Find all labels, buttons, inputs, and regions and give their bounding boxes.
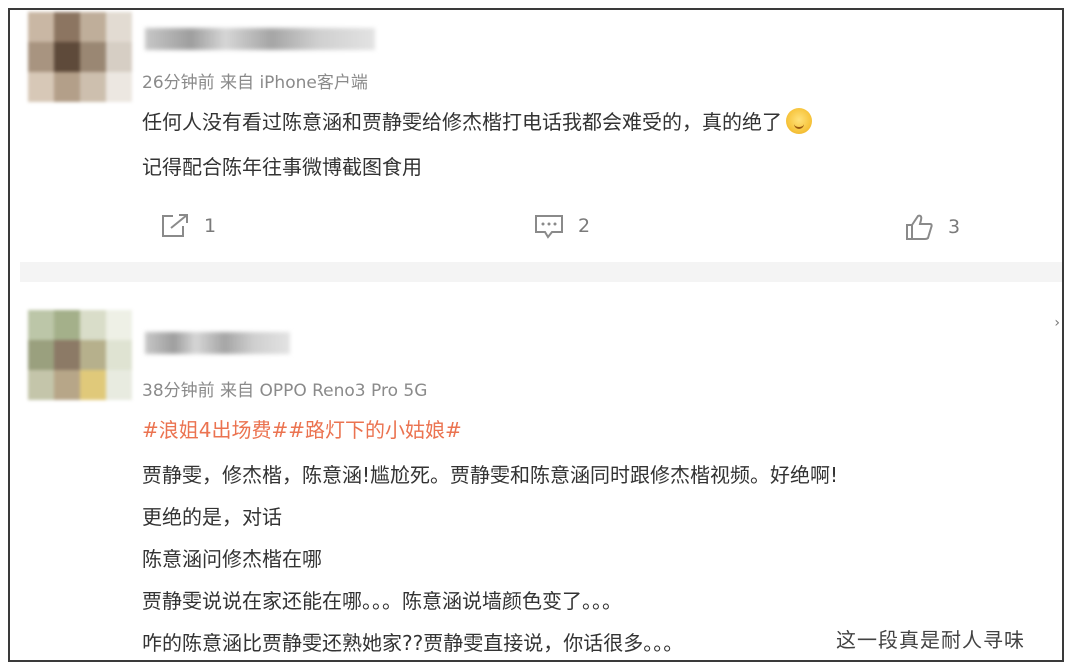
hashtag-link[interactable]: #浪姐4出场费##路灯下的小姑娘# bbox=[142, 414, 462, 443]
comment-meta: 38分钟前 来自 OPPO Reno3 Pro 5G bbox=[142, 381, 428, 401]
comment-feed: 26分钟前 来自 iPhone客户端 任何人没有看过陈意涵和贾静雯给修杰楷打电话… bbox=[8, 8, 1064, 662]
comment-text-line: 记得配合陈年往事微博截图食用 bbox=[142, 155, 422, 179]
comment-icon bbox=[534, 213, 564, 239]
comment-text-line: 任何人没有看过陈意涵和贾静雯给修杰楷打电话我都会难受的，真的绝了 bbox=[142, 110, 782, 134]
username[interactable] bbox=[145, 332, 290, 354]
hug-face-emoji-icon bbox=[786, 108, 812, 134]
username[interactable] bbox=[145, 28, 375, 50]
comment-divider bbox=[20, 262, 1062, 282]
comment-text-line: 贾静雯说说在家还能在哪。。。陈意涵说墙颜色变了。。。 bbox=[142, 589, 622, 613]
watermark-text: 这一段真是耐人寻味 bbox=[836, 628, 1025, 652]
chevron-right-icon: › bbox=[1054, 315, 1060, 331]
comment-text: 任何人没有看过陈意涵和贾静雯给修杰楷打电话我都会难受的，真的绝了 bbox=[142, 106, 812, 135]
comment-text-line: 更绝的是，对话 bbox=[142, 505, 282, 529]
share-count: 1 bbox=[204, 215, 217, 237]
comment-text-line: 陈意涵问修杰楷在哪 bbox=[142, 547, 322, 571]
like-icon bbox=[904, 213, 934, 241]
comment-count: 2 bbox=[578, 215, 591, 237]
avatar[interactable] bbox=[28, 12, 132, 102]
like-button[interactable]: 3 bbox=[904, 213, 960, 241]
comment-text-line: 咋的陈意涵比贾静雯还熟她家??贾静雯直接说，你话很多。。。 bbox=[142, 631, 684, 655]
avatar[interactable] bbox=[28, 310, 132, 400]
share-button[interactable]: 1 bbox=[160, 213, 216, 239]
comment-text-line: 贾静雯，修杰楷，陈意涵!尴尬死。贾静雯和陈意涵同时跟修杰楷视频。好绝啊! bbox=[142, 463, 839, 487]
comment-meta: 26分钟前 来自 iPhone客户端 bbox=[142, 73, 368, 93]
comment-button[interactable]: 2 bbox=[534, 213, 590, 239]
like-count: 3 bbox=[948, 216, 961, 238]
share-icon bbox=[160, 213, 190, 239]
